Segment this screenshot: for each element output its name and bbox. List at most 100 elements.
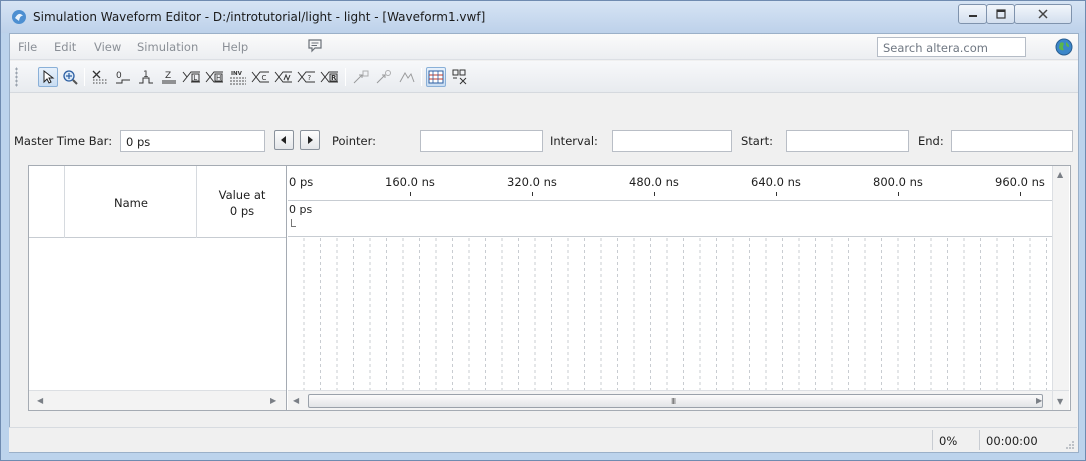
grid-view-button[interactable] (426, 67, 446, 87)
start-field[interactable] (786, 130, 909, 152)
close-button[interactable] (1014, 4, 1072, 24)
master-time-cursor-row[interactable]: 0 ps (288, 202, 1052, 237)
previous-transition-button[interactable] (274, 130, 294, 150)
weak-high-button[interactable]: H (205, 67, 225, 87)
close-icon (1038, 9, 1048, 19)
ruler-label: 640.0 ns (751, 175, 801, 189)
zoom-tool-button[interactable] (60, 67, 80, 87)
value-column-header[interactable]: Value at (199, 188, 285, 202)
end-label: End: (918, 134, 944, 148)
menu-bar: File Edit View Simulation Help Search al… (10, 34, 1078, 60)
minimize-button[interactable] (958, 4, 987, 24)
menu-edit[interactable]: Edit (54, 40, 76, 54)
ruler-label: 320.0 ns (507, 175, 557, 189)
globe-icon[interactable] (1055, 38, 1073, 56)
count-value-button[interactable]: C (251, 67, 271, 87)
high-impedance-button[interactable]: Z (159, 67, 179, 87)
scroll-right-icon[interactable]: ▶ (1036, 396, 1042, 405)
scroll-up-icon[interactable]: ▲ (1057, 170, 1063, 179)
clock-button[interactable] (274, 67, 294, 87)
progress-status: 0% (932, 430, 963, 450)
forcing-high-icon: 1 (139, 70, 153, 84)
scroll-left-icon[interactable]: ◀ (37, 396, 43, 405)
ruler-tick (776, 192, 777, 196)
svg-text:0: 0 (116, 71, 122, 81)
minimize-icon (968, 15, 977, 17)
menu-help[interactable]: Help (222, 40, 248, 54)
dont-care-icon: ? (297, 71, 315, 83)
svg-text:Z: Z (165, 71, 171, 81)
search-input[interactable]: Search altera.com (877, 37, 1026, 57)
title-bar[interactable]: Simulation Waveform Editor - D:/introtut… (1, 1, 1085, 33)
arrow-left-icon (281, 136, 286, 144)
ruler-label: 480.0 ns (629, 175, 679, 189)
svg-text:H: H (216, 74, 221, 82)
end-field[interactable] (951, 130, 1073, 152)
ruler-tick (532, 192, 533, 196)
toolbar-grip[interactable] (15, 67, 18, 87)
snap-to-grid-button[interactable] (351, 67, 371, 87)
edit-waveform-button[interactable] (397, 67, 417, 87)
svg-text:?: ? (308, 74, 312, 82)
interval-field[interactable] (612, 130, 732, 152)
forcing-unknown-button[interactable] (90, 67, 110, 87)
waveform-toolbar: 0 1 Z L H INV C ? R (10, 61, 1078, 93)
time-ruler[interactable]: 0 ps 160.0 ns 320.0 ns 480.0 ns 640.0 ns… (288, 166, 1052, 201)
waveform-vscrollbar[interactable]: ▲ (1052, 166, 1069, 390)
app-icon (12, 10, 26, 24)
header-column-blank (29, 166, 65, 238)
count-value-icon: C (251, 71, 269, 83)
toolbar-separator (84, 68, 85, 86)
svg-text:R: R (331, 74, 337, 82)
resize-grip-icon[interactable] (1065, 440, 1075, 450)
waveform-hscrollbar[interactable]: ◀ III ▶ (288, 390, 1052, 410)
next-transition-button[interactable] (300, 130, 320, 150)
interval-label: Interval: (550, 134, 598, 148)
master-time-bar-label: Master Time Bar: (14, 134, 113, 148)
forcing-low-button[interactable]: 0 (113, 67, 133, 87)
ruler-tick (1020, 192, 1021, 196)
weak-low-icon: L (182, 71, 200, 83)
arrow-right-icon (308, 136, 313, 144)
master-time-bar-field[interactable]: 0 ps (120, 130, 265, 152)
chat-icon[interactable] (307, 38, 323, 54)
snap-icon (353, 70, 369, 84)
forcing-low-icon: 0 (116, 71, 130, 84)
toolbar-separator (421, 68, 422, 86)
status-bar: 0% 00:00:00 (9, 427, 1077, 452)
forcing-unknown-icon (92, 70, 107, 84)
header-column-name[interactable]: Name (65, 166, 197, 238)
group-bus-icon (452, 69, 467, 85)
random-values-button[interactable]: R (320, 67, 340, 87)
snap-options-button[interactable] (374, 67, 394, 87)
time-bar-row: Master Time Bar: 0 ps Pointer: Interval:… (10, 94, 1078, 154)
grid-view-icon (428, 70, 444, 84)
menu-file[interactable]: File (18, 40, 37, 54)
signal-list-hscrollbar[interactable]: ◀ ▶ (29, 390, 286, 410)
scroll-right-icon[interactable]: ▶ (270, 396, 276, 405)
dont-care-button[interactable]: ? (297, 67, 317, 87)
scroll-left-icon[interactable]: ◀ (293, 396, 299, 405)
maximize-icon (995, 9, 1006, 19)
master-time-cursor-label: 0 ps (289, 203, 313, 216)
invert-icon: INV (230, 71, 246, 85)
menu-view[interactable]: View (94, 40, 121, 54)
group-bus-button[interactable] (449, 67, 469, 87)
invert-button[interactable]: INV (228, 67, 248, 87)
svg-text:INV: INV (231, 71, 243, 77)
high-impedance-icon: Z (162, 71, 176, 84)
pointer-field[interactable] (420, 130, 543, 152)
hscroll-thumb[interactable]: III (308, 394, 1043, 408)
window-title: Simulation Waveform Editor - D:/introtut… (33, 10, 486, 24)
time-cursor-marker[interactable] (291, 219, 296, 227)
forcing-high-button[interactable]: 1 (136, 67, 156, 87)
scroll-down-icon[interactable]: ▼ (1057, 397, 1063, 406)
ruler-tick (898, 192, 899, 196)
weak-high-icon: H (205, 71, 223, 83)
ruler-label: 160.0 ns (385, 175, 435, 189)
weak-low-button[interactable]: L (182, 67, 202, 87)
selection-tool-button[interactable] (38, 67, 58, 87)
maximize-button[interactable] (986, 4, 1015, 24)
start-label: Start: (741, 134, 773, 148)
menu-simulation[interactable]: Simulation (137, 40, 198, 54)
